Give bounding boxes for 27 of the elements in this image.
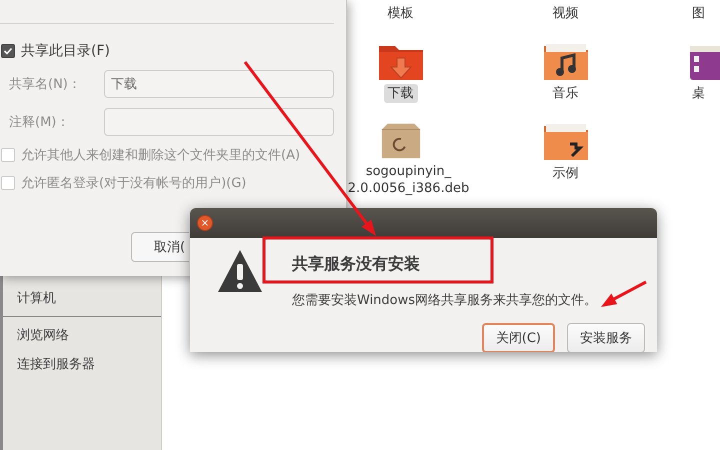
- file-label[interactable]: 模板: [384, 4, 418, 23]
- checkbox-label: 共享此目录(F): [21, 42, 110, 60]
- cancel-button[interactable]: 取消(: [131, 232, 189, 262]
- alert-heading: 共享服务没有安装: [292, 254, 420, 274]
- file-label[interactable]: 图: [688, 4, 709, 23]
- checkbox-label: 允许其他人来创建和删除这个文件夹里的文件(A): [21, 147, 300, 164]
- field-label: 注释(M)：: [9, 114, 70, 131]
- file-label[interactable]: sogoupinyin_ 2.0.0056_i386.deb: [344, 162, 474, 198]
- input-field[interactable]: [104, 108, 334, 136]
- sidebar-item[interactable]: 浏览网络: [3, 321, 161, 350]
- dialog-button[interactable]: 关闭(C): [482, 323, 555, 352]
- check-icon: [3, 46, 13, 56]
- field-label: 共享名(N)：: [9, 76, 82, 93]
- file-label[interactable]: 视频: [548, 4, 582, 23]
- dialog-button[interactable]: 安装服务: [567, 323, 645, 352]
- file-label[interactable]: 桌: [688, 84, 709, 103]
- checkbox-label: 允许匿名登录(对于没有帐号的用户)(G): [21, 175, 246, 192]
- file-label[interactable]: 下载: [384, 84, 418, 103]
- close-button[interactable]: ×: [197, 215, 213, 231]
- sidebar-item[interactable]: 计算机: [3, 284, 161, 313]
- sidebar-item[interactable]: 连接到服务器: [3, 350, 161, 379]
- checkbox[interactable]: [1, 44, 15, 58]
- file-label[interactable]: 示例: [548, 164, 582, 183]
- file-label[interactable]: 音乐: [548, 84, 582, 103]
- alert-message: 您需要安装Windows网络共享服务来共享您的文件。: [292, 292, 598, 309]
- warning-icon: [216, 248, 264, 294]
- annotation-arrow: [601, 280, 647, 307]
